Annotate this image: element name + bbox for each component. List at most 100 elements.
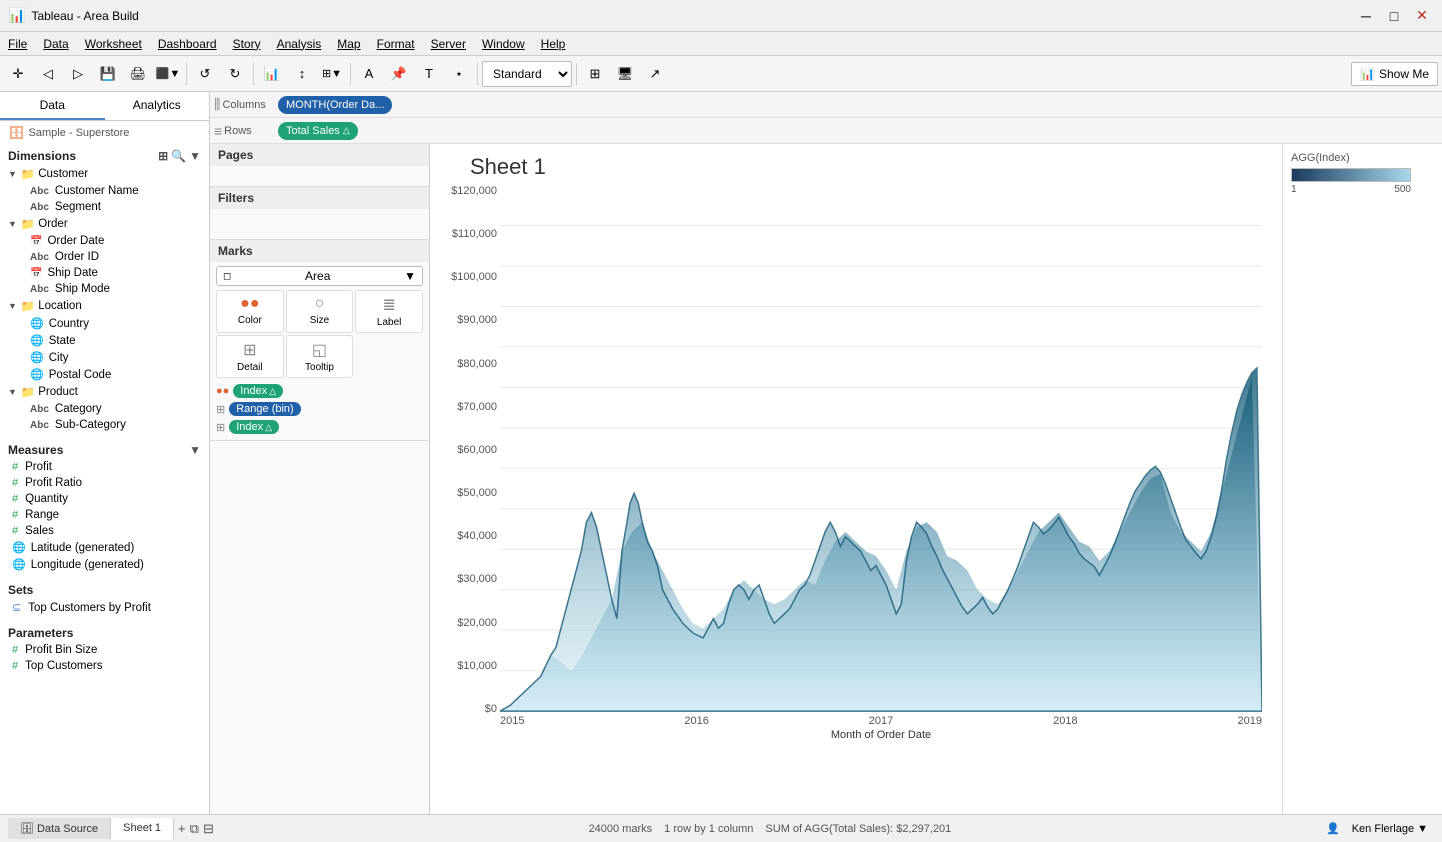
menu-file[interactable]: File	[0, 32, 35, 55]
toolbar-font-btn[interactable]: A	[355, 60, 383, 88]
marks-size-btn[interactable]: ○ Size	[286, 290, 354, 333]
tree-item-order-date[interactable]: 📅 Order Date	[0, 233, 209, 249]
tree-group-product[interactable]: ▼ 📁 Product	[0, 383, 209, 401]
order-folder-icon: 📁	[21, 217, 35, 231]
rows-pill[interactable]: Total Sales △	[278, 122, 358, 140]
tab-analytics[interactable]: Analytics	[105, 92, 210, 120]
menu-map[interactable]: Map	[329, 32, 368, 55]
marks-shelf-2-pill[interactable]: Range (bin)	[229, 402, 300, 416]
product-arrow: ▼	[8, 387, 17, 397]
add-sheet-btn[interactable]: +	[178, 821, 186, 837]
size-icon: ○	[315, 295, 325, 313]
close-button[interactable]: ✕	[1410, 4, 1434, 28]
dimensions-grid-icon[interactable]: ⊞	[158, 149, 168, 163]
data-source-tab[interactable]: 🗄 Data Source	[8, 818, 111, 839]
tree-item-ship-date[interactable]: 📅 Ship Date	[0, 265, 209, 281]
tree-item-country[interactable]: 🌐 Country	[0, 315, 209, 332]
menu-data[interactable]: Data	[35, 32, 76, 55]
tree-group-location[interactable]: ▼ 📁 Location	[0, 297, 209, 315]
marks-shelf-3-pill[interactable]: Index △	[229, 420, 279, 434]
tree-item-lon[interactable]: 🌐 Longitude (generated)	[0, 556, 209, 573]
parameters-label: Parameters	[8, 626, 73, 640]
menu-server[interactable]: Server	[423, 32, 474, 55]
toolbar-forward-btn[interactable]: ▷	[64, 60, 92, 88]
abc-icon-4: Abc	[30, 284, 49, 295]
menu-analysis[interactable]: Analysis	[269, 32, 330, 55]
toolbar-sort-btn[interactable]: ↕	[288, 60, 316, 88]
toolbar-new-btn[interactable]: ✛	[4, 60, 32, 88]
tree-item-range[interactable]: # Range	[0, 507, 209, 523]
toolbar-sep-1	[186, 63, 187, 85]
duplicate-sheet-btn[interactable]: ⧉	[190, 821, 199, 837]
columns-pill[interactable]: MONTH(Order Da...	[278, 96, 392, 114]
marks-tooltip-btn[interactable]: ◱ Tooltip	[286, 335, 354, 378]
toolbar-star-btn[interactable]: ⋆	[445, 60, 473, 88]
menu-worksheet[interactable]: Worksheet	[77, 32, 150, 55]
tree-item-ship-mode[interactable]: Abc Ship Mode	[0, 281, 209, 297]
tree-item-sales[interactable]: # Sales	[0, 523, 209, 539]
show-me-button[interactable]: 📊 Show Me	[1351, 62, 1438, 86]
tree-item-order-id[interactable]: Abc Order ID	[0, 249, 209, 265]
dimensions-search-icon[interactable]: 🔍	[171, 149, 186, 163]
tree-item-top-customers-param[interactable]: # Top Customers	[0, 658, 209, 674]
maximize-button[interactable]: □	[1382, 4, 1406, 28]
tree-item-top-customers[interactable]: ⊆ Top Customers by Profit	[0, 599, 209, 616]
sheet-tab[interactable]: Sheet 1	[111, 818, 174, 840]
toolbar-undo-btn[interactable]: ↺	[191, 60, 219, 88]
sets-label: Sets	[8, 583, 33, 597]
toolbar-share-btn[interactable]: ↗	[641, 60, 669, 88]
y-label-60k: $60,000	[442, 444, 497, 456]
marks-buttons: ●● Color ○ Size ≣ Label ⊞	[216, 290, 423, 378]
tree-item-profit[interactable]: # Profit	[0, 459, 209, 475]
country-label: Country	[49, 318, 89, 330]
menu-help[interactable]: Help	[533, 32, 574, 55]
toolbar-present-btn[interactable]: 🖥	[611, 60, 639, 88]
sidebar-content: Dimensions ⊞ 🔍 ▼ ▼ 📁 Customer Abc Custom…	[0, 145, 209, 814]
columns-text: Columns	[222, 99, 265, 111]
measures-menu-icon[interactable]: ▼	[189, 443, 201, 457]
dimensions-header: Dimensions ⊞ 🔍 ▼	[0, 145, 209, 165]
measures-label: Measures	[8, 443, 63, 457]
tree-item-profit-bin[interactable]: # Profit Bin Size	[0, 642, 209, 658]
tree-item-postal-code[interactable]: 🌐 Postal Code	[0, 366, 209, 383]
tree-item-sub-category[interactable]: Abc Sub-Category	[0, 417, 209, 433]
user-button[interactable]: Ken Flerlage ▼	[1346, 821, 1434, 837]
marks-color-btn[interactable]: ●● Color	[216, 290, 284, 333]
toolbar-print-btn[interactable]: 🖨	[124, 60, 152, 88]
canvas-area: Pages Filters Marks ◻ Area ▼	[210, 144, 1442, 814]
toolbar-pin-btn[interactable]: 📌	[385, 60, 413, 88]
tree-item-lat[interactable]: 🌐 Latitude (generated)	[0, 539, 209, 556]
marks-detail-btn[interactable]: ⊞ Detail	[216, 335, 284, 378]
tree-group-order[interactable]: ▼ 📁 Order	[0, 215, 209, 233]
marks-type-dropdown[interactable]: ◻ Area ▼	[216, 266, 423, 286]
tree-item-state[interactable]: 🌐 State	[0, 332, 209, 349]
dimensions-menu-icon[interactable]: ▼	[189, 149, 201, 163]
toolbar-chart-btn[interactable]: 📊	[258, 60, 286, 88]
tree-group-customer[interactable]: ▼ 📁 Customer	[0, 165, 209, 183]
toolbar-back-btn[interactable]: ◁	[34, 60, 62, 88]
tree-item-quantity[interactable]: # Quantity	[0, 491, 209, 507]
menu-format[interactable]: Format	[369, 32, 423, 55]
tree-item-profit-ratio[interactable]: # Profit Ratio	[0, 475, 209, 491]
menu-story[interactable]: Story	[225, 32, 269, 55]
tree-item-segment[interactable]: Abc Segment	[0, 199, 209, 215]
present-btn[interactable]: ⊟	[203, 821, 214, 837]
y-axis-labels: $120,000 $110,000 $100,000 $90,000 $80,0…	[442, 185, 497, 715]
tab-data[interactable]: Data	[0, 92, 105, 120]
marks-shelf-1-pill[interactable]: Index △	[233, 384, 283, 398]
toolbar-datasource-btn[interactable]: ⬛▼	[154, 60, 182, 88]
view-dropdown[interactable]: Standard	[482, 61, 572, 87]
quantity-label: Quantity	[25, 493, 68, 505]
marks-label-btn[interactable]: ≣ Label	[355, 290, 423, 333]
toolbar-sort2-btn[interactable]: ⊞▼	[318, 60, 346, 88]
toolbar-redo-btn[interactable]: ↻	[221, 60, 249, 88]
toolbar-text-btn[interactable]: T	[415, 60, 443, 88]
menu-window[interactable]: Window	[474, 32, 533, 55]
tree-item-category[interactable]: Abc Category	[0, 401, 209, 417]
toolbar-save-btn[interactable]: 💾	[94, 60, 122, 88]
tree-item-city[interactable]: 🌐 City	[0, 349, 209, 366]
menu-dashboard[interactable]: Dashboard	[150, 32, 225, 55]
minimize-button[interactable]: ─	[1354, 4, 1378, 28]
tree-item-customer-name[interactable]: Abc Customer Name	[0, 183, 209, 199]
toolbar-bar-btn[interactable]: ⊞	[581, 60, 609, 88]
